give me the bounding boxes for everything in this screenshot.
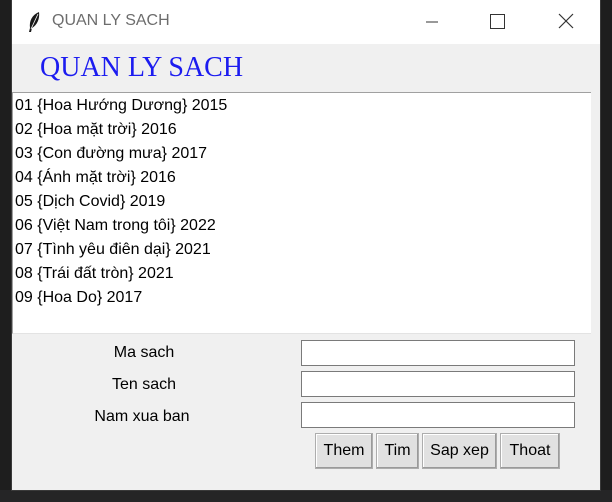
minimize-icon (426, 21, 438, 23)
background-taskbar (0, 490, 612, 502)
list-item[interactable]: 05 {Dịch Covid} 2019 (13, 190, 591, 214)
list-item[interactable]: 02 {Hoa mặt trời} 2016 (13, 118, 591, 142)
title-bar[interactable]: QUAN LY SACH (12, 0, 600, 44)
list-item[interactable]: 09 {Hoa Do} 2017 (13, 286, 591, 310)
ma-sach-label: Ma sach (113, 344, 175, 361)
book-listbox[interactable]: 01 {Hoa Hướng Dương} 2015 02 {Hoa mặt tr… (12, 92, 591, 334)
window-title: QUAN LY SACH (52, 12, 170, 29)
list-item[interactable]: 03 {Con đường mưa} 2017 (13, 142, 591, 166)
close-icon (558, 13, 574, 29)
ten-sach-input[interactable] (301, 371, 575, 397)
list-item[interactable]: 08 {Trái đất tròn} 2021 (13, 262, 591, 286)
app-heading: QUAN LY SACH (40, 52, 244, 83)
list-item[interactable]: 01 {Hoa Hướng Dương} 2015 (13, 94, 591, 118)
them-button[interactable]: Them (315, 433, 373, 469)
tim-button[interactable]: Tim (376, 433, 419, 469)
list-item[interactable]: 07 {Tình yêu điên dại} 2021 (13, 238, 591, 262)
sap-xep-button[interactable]: Sap xep (422, 433, 497, 469)
nam-xua-ban-label: Nam xua ban (94, 408, 190, 425)
maximize-button[interactable] (473, 0, 519, 44)
list-item[interactable]: 06 {Việt Nam trong tôi} 2022 (13, 214, 591, 238)
ma-sach-input[interactable] (301, 340, 575, 366)
feather-icon (29, 12, 40, 32)
thoat-button[interactable]: Thoat (500, 433, 560, 469)
minimize-button[interactable] (409, 0, 455, 44)
maximize-icon (490, 14, 505, 29)
nam-xua-ban-input[interactable] (301, 402, 575, 428)
app-window: QUAN LY SACH QUAN LY SACH 01 {Hoa Hướng … (12, 0, 600, 490)
list-item[interactable]: 04 {Ánh mặt trời} 2016 (13, 166, 591, 190)
background-editor (600, 0, 612, 502)
ten-sach-label: Ten sach (111, 376, 177, 393)
close-button[interactable] (542, 0, 588, 44)
